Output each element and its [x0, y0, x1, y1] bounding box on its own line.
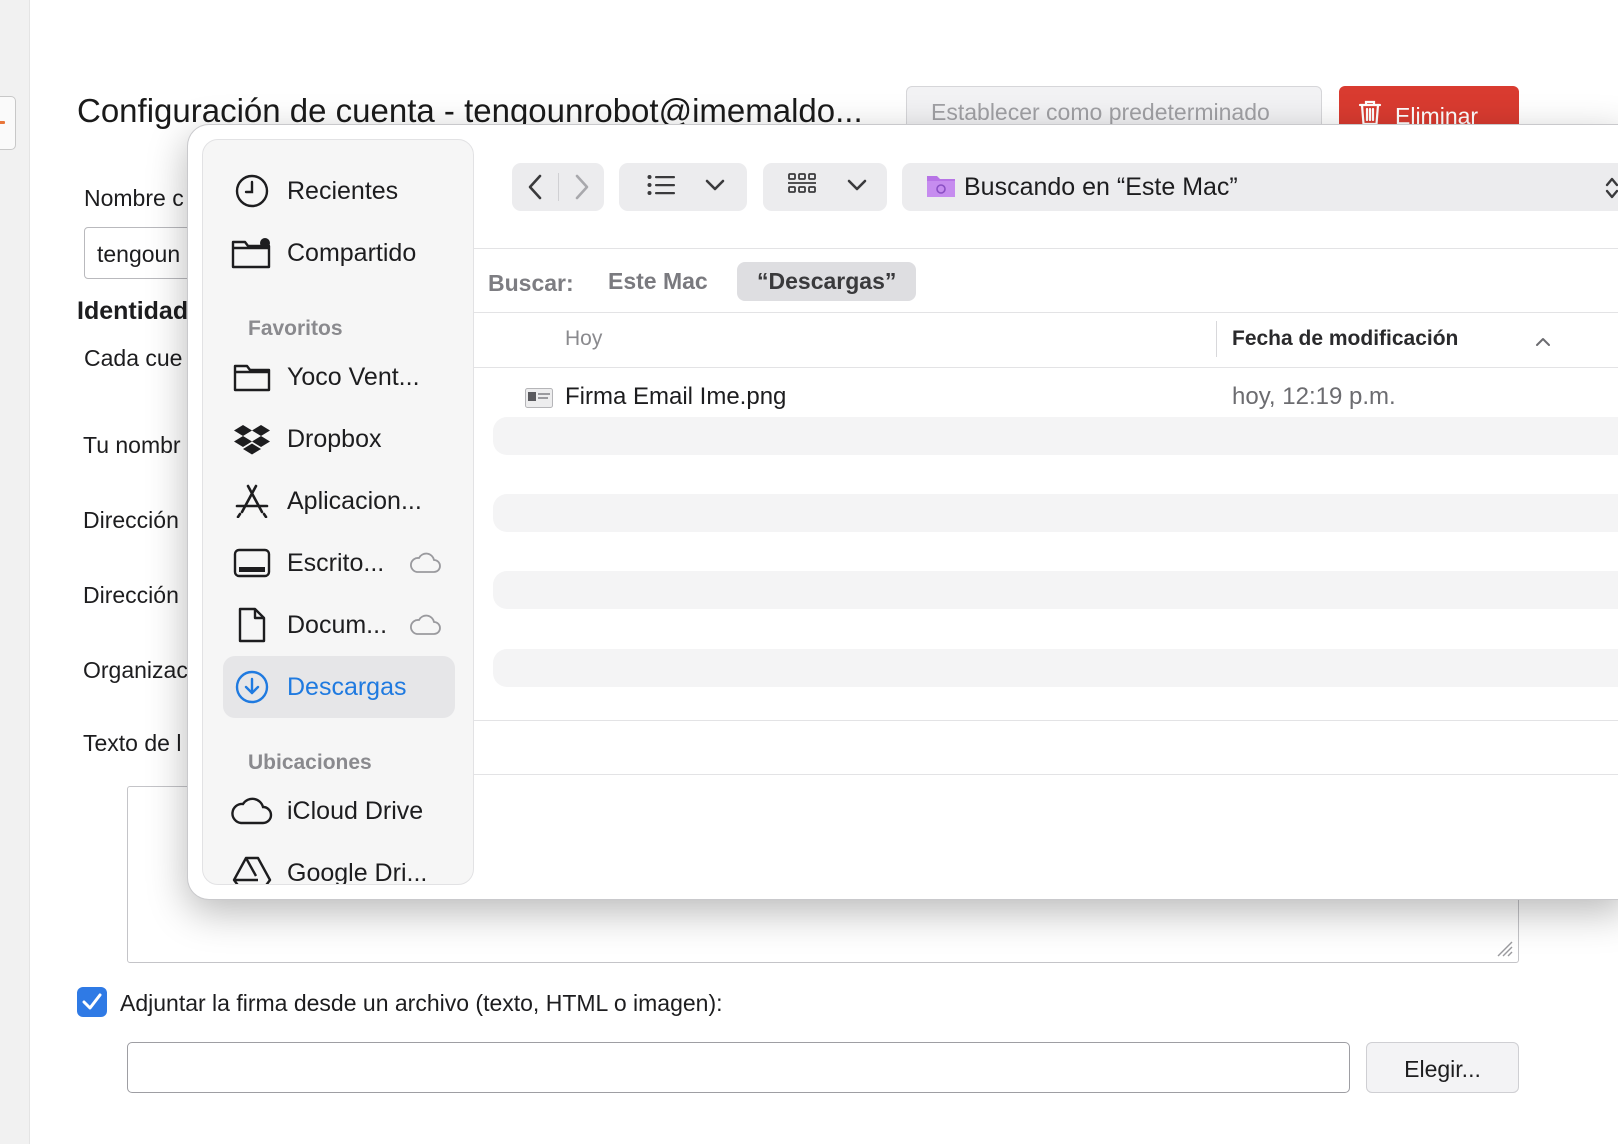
sidebar-item-documentos[interactable]: Docum... — [223, 594, 455, 656]
search-scope-label: Buscar: — [488, 270, 574, 296]
signature-text-label: Texto de l — [83, 730, 182, 756]
icloud-status-icon — [409, 614, 441, 641]
sidebar-item-label: Docum... — [287, 610, 388, 639]
folder-icon — [229, 361, 275, 393]
file-name: Firma Email Ime.png — [565, 383, 787, 410]
sidebar-item-label: Compartido — [287, 238, 417, 267]
toolbar-divider — [474, 248, 1618, 249]
sidebar-item-recientes[interactable]: Recientes — [223, 160, 455, 222]
sidebar-item-label: Dropbox — [287, 424, 382, 453]
chevron-down-icon — [705, 178, 725, 196]
signature-file-path-input[interactable] — [127, 1042, 1350, 1093]
empty-row-stripe — [493, 571, 1618, 609]
sidebar-item-aplicaciones[interactable]: Aplicacion... — [223, 470, 455, 532]
icloud-status-icon — [409, 552, 441, 579]
scope-divider — [474, 312, 1618, 313]
sidebar-item-escritorio[interactable]: Escrito... — [223, 532, 455, 594]
empty-row-stripe — [493, 417, 1618, 455]
scope-option-descargas[interactable]: “Descargas” — [737, 262, 917, 301]
sidebar-item-label: Descargas — [287, 672, 407, 701]
identity-heading: Identidad — [77, 297, 189, 325]
download-icon — [229, 670, 275, 704]
google-drive-icon — [229, 856, 275, 884]
sidebar-item-label: Recientes — [287, 176, 399, 205]
sidebar-item-dropbox[interactable]: Dropbox — [223, 408, 455, 470]
account-name-label: Nombre c — [84, 185, 184, 211]
left-sidebar-strip — [0, 0, 30, 1144]
resize-grip-icon[interactable] — [1492, 936, 1514, 958]
sidebar-tab[interactable] — [0, 96, 16, 150]
sidebar-item-compartido[interactable]: Compartido — [223, 222, 455, 284]
image-file-icon — [525, 388, 553, 408]
sidebar-item-google-drive[interactable]: Google Dri... — [223, 842, 455, 885]
sidebar-item-label: Yoco Vent... — [287, 362, 420, 391]
dropbox-icon — [229, 423, 275, 455]
sidebar-item-label: Aplicacion... — [287, 486, 422, 515]
organization-label: Organizac — [83, 657, 188, 683]
search-location-text: Buscando en “Este Mac” — [964, 172, 1238, 201]
applications-icon — [229, 484, 275, 518]
grid-view-icon — [787, 172, 817, 203]
desktop-icon — [229, 548, 275, 578]
locations-header: Ubicaciones — [248, 751, 372, 774]
your-name-label: Tu nombr — [83, 432, 181, 458]
search-location-popup[interactable]: Buscando en “Este Mac” — [902, 163, 1618, 211]
group-header-hoy: Hoy — [565, 327, 603, 350]
clock-icon — [229, 174, 275, 208]
scope-option-este-mac[interactable]: Este Mac — [588, 262, 728, 301]
empty-row-stripe — [493, 494, 1618, 532]
navigation-buttons — [512, 163, 604, 211]
column-separator — [1216, 321, 1217, 357]
attach-signature-label: Adjuntar la firma desde un archivo (text… — [120, 990, 723, 1016]
sort-ascending-icon — [1535, 334, 1551, 352]
group-view-button[interactable] — [763, 163, 887, 211]
options-divider — [474, 774, 1618, 775]
empty-row-stripe — [493, 649, 1618, 687]
sidebar-item-label: iCloud Drive — [287, 796, 424, 825]
reply-address-label: Dirección — [83, 582, 179, 608]
sidebar-item-label: Escrito... — [287, 548, 385, 577]
column-header-date-modified[interactable]: Fecha de modificación — [1232, 327, 1458, 351]
cloud-icon — [229, 796, 275, 826]
sidebar-item-descargas[interactable]: Descargas — [223, 656, 455, 718]
list-bottom-divider — [474, 720, 1618, 721]
favorites-header: Favoritos — [248, 317, 343, 340]
file-date: hoy, 12:19 p.m. — [1232, 383, 1396, 410]
updown-chevron-icon — [1604, 175, 1618, 206]
back-icon[interactable] — [512, 174, 558, 200]
dialog-sidebar: Recientes Compartido Favoritos Yoco Vent… — [202, 139, 474, 885]
attach-signature-checkbox[interactable] — [77, 987, 107, 1017]
chevron-down-icon — [847, 178, 867, 196]
identity-description: Cada cue — [84, 345, 183, 371]
list-view-button[interactable] — [619, 163, 747, 211]
open-file-dialog: Recientes Compartido Favoritos Yoco Vent… — [187, 124, 1618, 900]
forward-icon[interactable] — [559, 174, 604, 200]
email-address-label: Dirección — [83, 507, 179, 533]
document-icon — [229, 607, 275, 643]
choose-file-button[interactable]: Elegir... — [1366, 1042, 1519, 1093]
header-divider — [474, 367, 1618, 368]
smart-folder-icon — [926, 172, 956, 203]
shared-folder-icon — [229, 236, 275, 270]
sidebar-item-label: Google Dri... — [287, 858, 428, 885]
sidebar-item-yoco[interactable]: Yoco Vent... — [223, 346, 455, 408]
sidebar-item-icloud-drive[interactable]: iCloud Drive — [223, 780, 455, 842]
list-view-icon — [647, 174, 675, 201]
